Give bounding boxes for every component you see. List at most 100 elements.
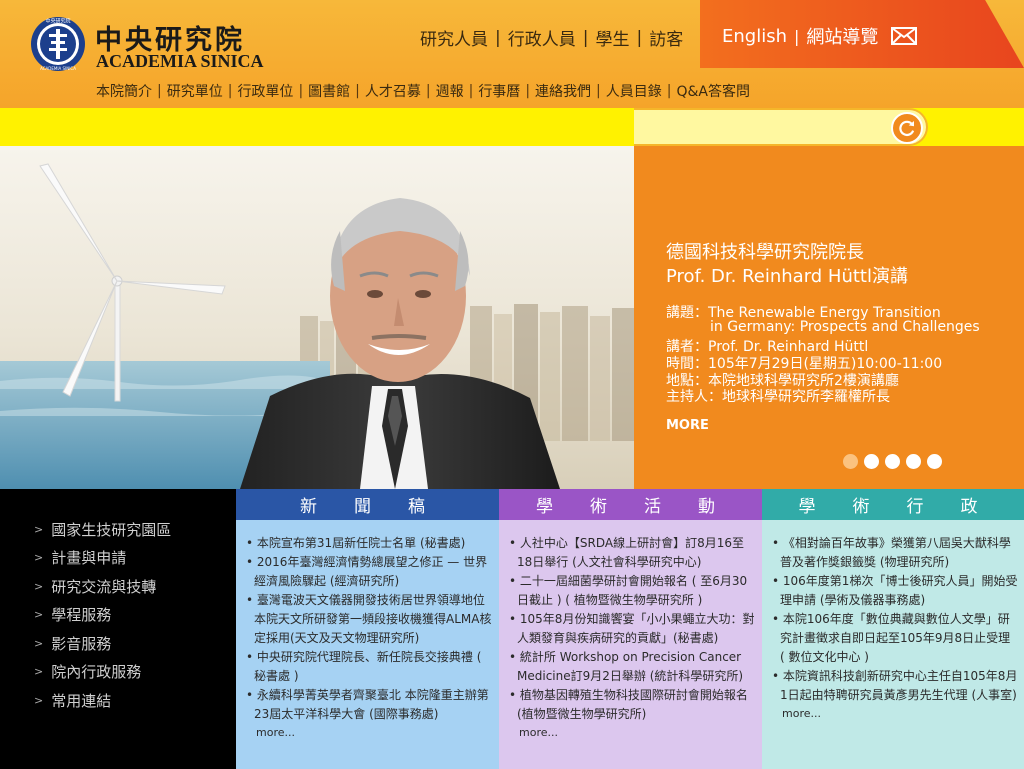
audience-link-researchers[interactable]: 研究人員 bbox=[420, 25, 488, 50]
list-item[interactable]: • 本院資訊科技創新研究中心主任自105年8月1日起由特聘研究員黃彥男先生代理 … bbox=[772, 667, 1018, 705]
list-item[interactable]: • 二十一屆細菌學研討會開始報名 ( 至6月30日截止 ) ( 植物暨微生物學研… bbox=[509, 572, 756, 610]
chevron-right-icon: > bbox=[34, 522, 44, 536]
nav-separator: | bbox=[157, 83, 162, 99]
list-item[interactable]: • 永續科學菁英學者齊聚臺北 本院隆重主辦第23屆太平洋科學大會 (國際事務處) bbox=[246, 686, 493, 724]
english-link[interactable]: English bbox=[722, 26, 787, 47]
list-item[interactable]: • 本院106年度「數位典藏與數位人文學」研究計畫徵求自即日起至105年9月8日… bbox=[772, 610, 1018, 667]
list-item[interactable]: • 統計所 Workshop on Precision Cancer Medic… bbox=[509, 648, 756, 686]
nav-separator: | bbox=[495, 27, 501, 48]
academic-more-link[interactable]: more... bbox=[509, 726, 756, 739]
chevron-right-icon: > bbox=[34, 693, 44, 707]
news-column-title[interactable]: 新 聞 稿 bbox=[236, 489, 499, 520]
hero-title-cn[interactable]: 德國科技科學研究院院長 bbox=[666, 238, 864, 264]
admin-column-title[interactable]: 學 術 行 政 bbox=[762, 489, 1024, 520]
site-logo[interactable]: 中央研究院 ACADEMIA SINICA 中央研究院 ACADEMIA SIN… bbox=[30, 16, 300, 72]
nav-separator: | bbox=[425, 83, 431, 99]
list-item-text: 《相對論百年故事》榮獲第八屆吳大猷科學普及著作獎銀籤獎 (物理研究所) bbox=[780, 536, 1011, 569]
search-input[interactable] bbox=[642, 116, 882, 138]
audience-link-students[interactable]: 學生 bbox=[595, 25, 629, 50]
nav-separator: | bbox=[794, 26, 800, 46]
sitemap-link[interactable]: 網站導覽 bbox=[806, 23, 878, 49]
nav-separator: | bbox=[227, 83, 233, 99]
list-item-text: 二十一屆細菌學研討會開始報名 ( 至6月30日截止 ) ( 植物暨微生物學研究所… bbox=[517, 574, 748, 607]
sidebar-item-label: 常用連結 bbox=[51, 691, 112, 710]
slide-dot-1[interactable] bbox=[843, 454, 858, 469]
main-nav-contact[interactable]: 連絡我們 bbox=[535, 81, 591, 101]
slide-dot-5[interactable] bbox=[927, 454, 942, 469]
audience-link-admin-staff[interactable]: 行政人員 bbox=[508, 25, 576, 50]
sidebar-item-links[interactable]: > 常用連結 bbox=[0, 686, 236, 715]
hero-photo-illustration bbox=[0, 146, 634, 489]
site-header: 中央研究院 ACADEMIA SINICA 中央研究院 ACADEMIA SIN… bbox=[0, 0, 1024, 108]
slide-dot-2[interactable] bbox=[864, 454, 879, 469]
list-item-text: 臺灣電波天文儀器開發技術居世界領導地位本院天文所研發第一頻段接收機獲得ALMA核… bbox=[254, 593, 492, 645]
hero-host: 主持人：地球科學研究所李羅權所長 bbox=[666, 389, 890, 405]
list-item[interactable]: • 臺灣電波天文儀器開發技術居世界領導地位本院天文所研發第一頻段接收機獲得ALM… bbox=[246, 591, 493, 648]
sidebar-item-label: 影音服務 bbox=[51, 634, 112, 653]
logo-name-en: ACADEMIA SINICA bbox=[96, 51, 264, 71]
seal-text: 中央研究院 bbox=[45, 18, 70, 25]
list-item-text: 人社中心【SRDA線上研討會】訂8月16至18日舉行 (人文社會科學研究中心) bbox=[517, 536, 745, 569]
main-nav-faq[interactable]: Q&A答客問 bbox=[676, 81, 750, 101]
mail-icon[interactable] bbox=[891, 27, 918, 45]
sidebar-item-tech-transfer[interactable]: > 研究交流與技轉 bbox=[0, 572, 236, 601]
main-nav-calendar[interactable]: 行事曆 bbox=[478, 81, 520, 101]
list-item[interactable]: • 本院宣布第31屆新任院士名單 (秘書處) bbox=[246, 534, 493, 553]
sidebar-item-programs[interactable]: > 學程服務 bbox=[0, 601, 236, 630]
hero-title-en[interactable]: Prof. Dr. Reinhard Hüttl演講 bbox=[666, 262, 908, 288]
sidebar-item-projects[interactable]: > 計畫與申請 bbox=[0, 544, 236, 573]
sidebar-item-media[interactable]: > 影音服務 bbox=[0, 629, 236, 658]
list-item[interactable]: • 2016年臺灣經濟情勢總展望之修正 — 世界經濟風險驟起 (經濟研究所) bbox=[246, 553, 493, 591]
news-column: 新 聞 稿 • 本院宣布第31屆新任院士名單 (秘書處) • 2016年臺灣經濟… bbox=[236, 489, 499, 769]
sidebar-item-label: 學程服務 bbox=[51, 606, 112, 625]
hero-topic-line2: in Germany: Prospects and Challenges bbox=[710, 319, 980, 335]
sidebar-item-label: 院內行政服務 bbox=[51, 663, 142, 682]
academia-sinica-seal-icon: 中央研究院 ACADEMIA SINICA bbox=[31, 17, 85, 71]
main-nav-library[interactable]: 圖書館 bbox=[308, 81, 350, 101]
main-nav-about[interactable]: 本院簡介 bbox=[96, 81, 152, 101]
slide-pagination bbox=[843, 454, 942, 469]
list-item[interactable]: • 《相對論百年故事》榮獲第八屆吳大猷科學普及著作獎銀籤獎 (物理研究所) bbox=[772, 534, 1018, 572]
slide-dot-3[interactable] bbox=[885, 454, 900, 469]
nav-separator: | bbox=[525, 83, 531, 99]
chevron-right-icon: > bbox=[34, 665, 44, 679]
list-item[interactable]: • 中央研究院代理院長、新任院長交接典禮 ( 秘書處 ) bbox=[246, 648, 493, 686]
admin-more-link[interactable]: more... bbox=[772, 707, 1018, 720]
audience-link-visitors[interactable]: 訪客 bbox=[649, 25, 683, 50]
audience-nav: 研究人員 | 行政人員 | 學生 | 訪客 bbox=[420, 25, 683, 51]
list-item[interactable]: • 105年8月份知識饗宴「小小果蠅立大功：對人類發育與疾病研究的貢獻」(秘書處… bbox=[509, 610, 756, 648]
list-item-text: 永續科學菁英學者齊聚臺北 本院隆重主辦第23屆太平洋科學大會 (國際事務處) bbox=[254, 688, 489, 721]
nav-separator: | bbox=[636, 27, 643, 48]
nav-separator: | bbox=[355, 83, 360, 99]
chevron-right-icon: > bbox=[34, 636, 44, 650]
search-box bbox=[634, 108, 928, 146]
main-nav-directory[interactable]: 人員目錄 bbox=[606, 81, 662, 101]
sidebar-item-biotech-park[interactable]: > 國家生技研究園區 bbox=[0, 515, 236, 544]
main-nav-recruitment[interactable]: 人才召募 bbox=[365, 81, 421, 101]
main-nav-weekly[interactable]: 週報 bbox=[436, 81, 464, 101]
list-item-text: 統計所 Workshop on Precision Cancer Medicin… bbox=[517, 650, 744, 683]
list-item[interactable]: • 106年度第1梯次「博士後研究人員」開始受理申請 (學術及儀器事務處) bbox=[772, 572, 1018, 610]
list-item-text: 105年8月份知識饗宴「小小果蠅立大功：對人類發育與疾病研究的貢獻」(秘書處) bbox=[517, 612, 755, 645]
slide-dot-4[interactable] bbox=[906, 454, 921, 469]
hero-more-link[interactable]: MORE bbox=[666, 418, 709, 433]
sidebar-item-label: 計畫與申請 bbox=[51, 549, 127, 568]
nav-separator: | bbox=[596, 83, 601, 99]
list-item-text: 本院106年度「數位典藏與數位人文學」研究計畫徵求自即日起至105年9月8日止受… bbox=[780, 612, 1011, 664]
sidebar-item-label: 國家生技研究園區 bbox=[51, 520, 172, 539]
search-refresh-icon[interactable] bbox=[891, 112, 923, 144]
sidebar-item-admin-services[interactable]: > 院內行政服務 bbox=[0, 658, 236, 687]
list-item[interactable]: • 植物基因轉殖生物科技國際研討會開始報名 (植物暨微生物學研究所) bbox=[509, 686, 756, 724]
academic-column-title[interactable]: 學 術 活 動 bbox=[499, 489, 762, 520]
list-item[interactable]: • 人社中心【SRDA線上研討會】訂8月16至18日舉行 (人文社會科學研究中心… bbox=[509, 534, 756, 572]
main-nav-research-units[interactable]: 研究單位 bbox=[167, 81, 223, 101]
academic-list: • 人社中心【SRDA線上研討會】訂8月16至18日舉行 (人文社會科學研究中心… bbox=[499, 520, 762, 739]
hero-photo[interactable] bbox=[0, 146, 634, 489]
news-more-link[interactable]: more... bbox=[246, 726, 493, 739]
chevron-right-icon: > bbox=[34, 551, 44, 565]
main-nav-admin-units[interactable]: 行政單位 bbox=[237, 81, 293, 101]
main-nav: 本院簡介 | 研究單位 | 行政單位 | 圖書館 | 人才召募 | 週報 | 行… bbox=[96, 81, 750, 101]
nav-separator: | bbox=[468, 83, 474, 99]
academic-activities-column: 學 術 活 動 • 人社中心【SRDA線上研討會】訂8月16至18日舉行 (人文… bbox=[499, 489, 762, 769]
news-list: • 本院宣布第31屆新任院士名單 (秘書處) • 2016年臺灣經濟情勢總展望之… bbox=[236, 520, 499, 739]
